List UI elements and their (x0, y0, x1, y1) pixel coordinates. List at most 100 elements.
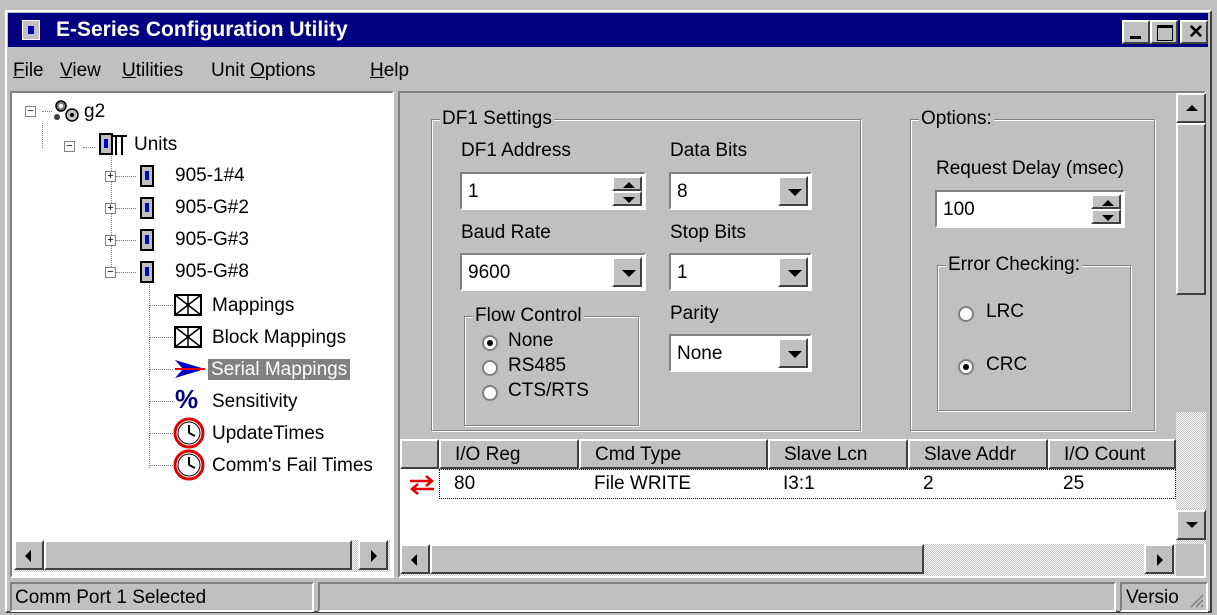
spin-up-button[interactable] (612, 176, 642, 191)
request-delay-spin[interactable] (1091, 194, 1121, 224)
collapse-root-toggle[interactable]: − (25, 106, 36, 117)
grid-cell[interactable]: 80 (442, 469, 475, 499)
menu-view[interactable]: View (60, 60, 101, 82)
dropdown-button[interactable] (778, 257, 808, 287)
minimize-icon (1130, 36, 1141, 39)
tree-unit-item[interactable]: 905-G#2 (175, 193, 249, 223)
tree-child-item-selected[interactable]: Serial Mappings (208, 355, 351, 385)
menu-utilities[interactable]: Utilities (122, 60, 183, 82)
menu-help[interactable]: Help (370, 60, 409, 82)
spin-down-button[interactable] (612, 191, 642, 206)
error-checking-group: Error Checking: LRC CRC (937, 254, 1131, 411)
version-text: Versio (1126, 587, 1179, 608)
tree-units[interactable]: Units (134, 130, 177, 160)
scroll-thumb[interactable] (44, 540, 352, 570)
settings-vertical-scrollbar[interactable] (1176, 93, 1206, 544)
stop-bits-select[interactable]: 1 (669, 253, 812, 291)
scroll-up-button[interactable] (1176, 93, 1206, 123)
tree-child-item[interactable]: Mappings (212, 291, 294, 321)
scroll-right-button[interactable] (358, 540, 388, 570)
resize-grip-icon[interactable] (1188, 592, 1204, 608)
tree-child-item[interactable]: Block Mappings (212, 323, 346, 353)
minimize-button[interactable] (1122, 20, 1150, 44)
scroll-right-button[interactable] (1144, 544, 1174, 574)
df1-address-label: DF1 Address (461, 140, 571, 161)
dropdown-button[interactable] (778, 176, 808, 206)
dropdown-button[interactable] (778, 338, 808, 368)
grid-cell[interactable]: File WRITE (582, 469, 691, 499)
lrc-radio[interactable] (958, 306, 974, 322)
mappings-grid[interactable]: I/O Reg Cmd Type Slave Lcn Slave Addr I/… (400, 439, 1176, 544)
flow-rs485-radio[interactable] (482, 360, 498, 376)
df1-settings-group: DF1 Settings DF1 Address 1 Data Bits 8 B… (431, 108, 861, 431)
tree-child-item[interactable]: Sensitivity (212, 387, 298, 417)
scroll-thumb[interactable] (1176, 123, 1206, 295)
request-delay-spinner[interactable]: 100 (935, 190, 1125, 228)
tree-root-g2[interactable]: g2 (84, 97, 105, 127)
flow-none-radio[interactable] (482, 335, 498, 351)
tree-child-label: Comm's Fail Times (212, 455, 373, 476)
flow-ctsrts-radio[interactable] (482, 385, 498, 401)
expand-unit-toggle[interactable]: + (105, 235, 116, 246)
crc-radio[interactable] (958, 359, 974, 375)
menu-file[interactable]: File (13, 60, 44, 82)
tree-child-item[interactable]: Comm's Fail Times (212, 451, 373, 481)
tree-pane[interactable]: − g2 − Units + 905-1#4 + 905-G#2 + 905-G… (10, 91, 394, 578)
grid-column-header[interactable]: I/O Count (1048, 439, 1176, 469)
flow-control-group: Flow Control None RS485 CTS/RTS (464, 305, 639, 426)
grid-column-header[interactable]: Cmd Type (579, 439, 768, 469)
clock-icon (173, 449, 205, 481)
grid-header-label: Cmd Type (595, 444, 682, 465)
request-delay-label: Request Delay (msec) (936, 158, 1124, 179)
window-title: E-Series Configuration Utility (56, 18, 348, 41)
spin-down-button[interactable] (1091, 209, 1121, 224)
maximize-button[interactable] (1150, 20, 1178, 44)
grid-cell[interactable]: I3:1 (771, 469, 815, 499)
transfer-arrows-icon (408, 473, 436, 497)
flow-none-label: None (508, 330, 554, 351)
app-icon[interactable] (22, 20, 40, 40)
scroll-left-button[interactable] (14, 540, 44, 570)
parity-select[interactable]: None (669, 334, 812, 372)
expand-unit-toggle[interactable]: + (105, 171, 116, 182)
tree-child-item[interactable]: UpdateTimes (212, 419, 324, 449)
grid-column-header[interactable]: I/O Reg (439, 439, 579, 469)
scroll-thumb[interactable] (430, 544, 924, 574)
data-bits-select[interactable]: 8 (669, 172, 812, 210)
tree-unit-item[interactable]: 905-G#8 (175, 257, 249, 287)
collapse-units-toggle[interactable]: − (64, 141, 75, 152)
tree-horizontal-scrollbar[interactable] (14, 540, 390, 572)
spin-up-button[interactable] (1091, 194, 1121, 209)
grid-cell[interactable]: 2 (911, 469, 934, 499)
error-checking-label: Error Checking: (946, 254, 1082, 276)
title-bar[interactable]: E-Series Configuration Utility ✕ (8, 13, 1208, 47)
unit-icon (140, 197, 154, 219)
settings-horizontal-scrollbar[interactable] (400, 544, 1176, 576)
baud-rate-label: Baud Rate (461, 222, 551, 243)
tree-unit-label: 905-G#3 (175, 229, 249, 250)
close-button[interactable]: ✕ (1180, 20, 1208, 44)
data-bits-value: 8 (677, 181, 688, 202)
scrollbar-corner (1176, 544, 1204, 576)
parity-value: None (677, 343, 723, 364)
tree-unit-item[interactable]: 905-G#3 (175, 225, 249, 255)
close-icon: ✕ (1188, 22, 1204, 43)
df1-address-spin[interactable] (612, 176, 642, 206)
grid-column-header[interactable]: Slave Addr (908, 439, 1048, 469)
scroll-down-button[interactable] (1176, 510, 1206, 540)
grid-column-header[interactable]: Slave Lcn (768, 439, 908, 469)
tree-unit-item[interactable]: 905-1#4 (175, 161, 245, 191)
scroll-left-button[interactable] (400, 544, 430, 574)
dropdown-button[interactable] (612, 257, 642, 287)
menu-unit-options[interactable]: Unit Options (211, 60, 316, 82)
table-row[interactable]: 80 File WRITE I3:1 2 25 (400, 469, 1176, 501)
clock-icon (173, 417, 205, 449)
df1-address-spinner[interactable]: 1 (460, 172, 646, 210)
grid-cell[interactable]: 25 (1051, 469, 1084, 499)
tree-units-label: Units (134, 134, 178, 155)
crc-label: CRC (986, 354, 1028, 375)
expand-unit-toggle[interactable]: + (105, 203, 116, 214)
tree-unit-label: 905-1#4 (175, 165, 245, 186)
collapse-unit-toggle[interactable]: − (105, 267, 116, 278)
baud-rate-select[interactable]: 9600 (460, 253, 646, 291)
